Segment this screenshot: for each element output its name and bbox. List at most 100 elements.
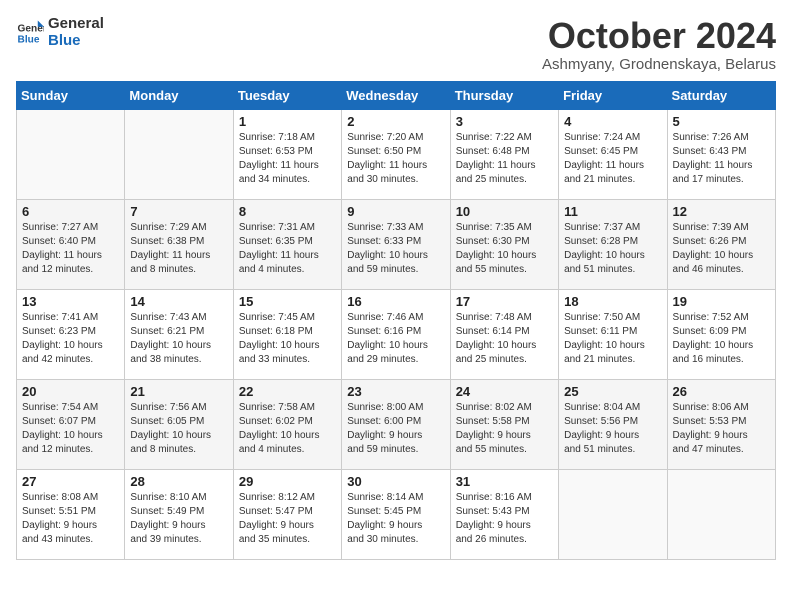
day-number: 23 — [347, 384, 444, 399]
day-cell: 27 Sunrise: 8:08 AM Sunset: 5:51 PM Dayli… — [17, 469, 125, 559]
logo-icon: General Blue — [16, 19, 44, 47]
day-number: 6 — [22, 204, 119, 219]
day-number: 13 — [22, 294, 119, 309]
day-cell: 22 Sunrise: 7:58 AM Sunset: 6:02 PM Dayli… — [233, 379, 341, 469]
day-cell: 7Sunrise: 7:29 AM Sunset: 6:38 PM Daylig… — [125, 199, 233, 289]
day-info: Sunrise: 7:37 AM Sunset: 6:28 PM Dayligh… — [564, 221, 661, 277]
day-cell: 13 Sunrise: 7:41 AM Sunset: 6:23 PM Dayli… — [17, 289, 125, 379]
title-block: October 2024 Ashmyany, Grodnenskaya, Bel… — [542, 16, 776, 73]
day-number: 10 — [456, 204, 553, 219]
day-cell: 25 Sunrise: 8:04 AM Sunset: 5:56 PM Dayli… — [559, 379, 667, 469]
day-number: 29 — [239, 474, 336, 489]
day-number: 21 — [130, 384, 227, 399]
day-cell: 3 Sunrise: 7:22 AM Sunset: 6:48 PM Daylig… — [450, 109, 558, 199]
day-cell: 17 Sunrise: 7:48 AM Sunset: 6:14 PM Dayli… — [450, 289, 558, 379]
calendar-subtitle: Ashmyany, Grodnenskaya, Belarus — [542, 56, 776, 73]
day-number: 9 — [347, 204, 444, 219]
day-cell: 14Sunrise: 7:43 AM Sunset: 6:21 PM Dayli… — [125, 289, 233, 379]
day-number: 31 — [456, 474, 553, 489]
day-info: Sunrise: 7:54 AM Sunset: 6:07 PM Dayligh… — [22, 401, 119, 457]
week-row-4: 20 Sunrise: 7:54 AM Sunset: 6:07 PM Dayli… — [17, 379, 776, 469]
day-cell: 5 Sunrise: 7:26 AM Sunset: 6:43 PM Daylig… — [667, 109, 775, 199]
day-cell: 20 Sunrise: 7:54 AM Sunset: 6:07 PM Dayli… — [17, 379, 125, 469]
day-cell: 24Sunrise: 8:02 AM Sunset: 5:58 PM Dayli… — [450, 379, 558, 469]
day-info: Sunrise: 7:46 AM Sunset: 6:16 PM Dayligh… — [347, 311, 444, 367]
day-cell: 2Sunrise: 7:20 AM Sunset: 6:50 PM Daylig… — [342, 109, 450, 199]
logo: General Blue General Blue — [16, 16, 104, 49]
day-number: 2 — [347, 114, 444, 129]
weekday-header-wednesday: Wednesday — [342, 81, 450, 109]
day-info: Sunrise: 8:14 AM Sunset: 5:45 PM Dayligh… — [347, 491, 444, 547]
day-cell: 9Sunrise: 7:33 AM Sunset: 6:33 PM Daylig… — [342, 199, 450, 289]
day-info: Sunrise: 7:50 AM Sunset: 6:11 PM Dayligh… — [564, 311, 661, 367]
week-row-5: 27 Sunrise: 8:08 AM Sunset: 5:51 PM Dayli… — [17, 469, 776, 559]
day-number: 30 — [347, 474, 444, 489]
weekday-header-friday: Friday — [559, 81, 667, 109]
day-number: 26 — [673, 384, 770, 399]
day-info: Sunrise: 7:31 AM Sunset: 6:35 PM Dayligh… — [239, 221, 336, 277]
day-info: Sunrise: 8:00 AM Sunset: 6:00 PM Dayligh… — [347, 401, 444, 457]
day-cell: 26 Sunrise: 8:06 AM Sunset: 5:53 PM Dayli… — [667, 379, 775, 469]
day-cell: 29Sunrise: 8:12 AM Sunset: 5:47 PM Dayli… — [233, 469, 341, 559]
weekday-header-sunday: Sunday — [17, 81, 125, 109]
day-info: Sunrise: 7:52 AM Sunset: 6:09 PM Dayligh… — [673, 311, 770, 367]
weekday-header-saturday: Saturday — [667, 81, 775, 109]
day-info: Sunrise: 7:41 AM Sunset: 6:23 PM Dayligh… — [22, 311, 119, 367]
weekday-header-row: SundayMondayTuesdayWednesdayThursdayFrid… — [17, 81, 776, 109]
day-cell: 8 Sunrise: 7:31 AM Sunset: 6:35 PM Daylig… — [233, 199, 341, 289]
day-info: Sunrise: 7:39 AM Sunset: 6:26 PM Dayligh… — [673, 221, 770, 277]
day-cell: 19Sunrise: 7:52 AM Sunset: 6:09 PM Dayli… — [667, 289, 775, 379]
day-info: Sunrise: 7:24 AM Sunset: 6:45 PM Dayligh… — [564, 131, 661, 187]
day-number: 22 — [239, 384, 336, 399]
day-cell: 11Sunrise: 7:37 AM Sunset: 6:28 PM Dayli… — [559, 199, 667, 289]
day-info: Sunrise: 7:29 AM Sunset: 6:38 PM Dayligh… — [130, 221, 227, 277]
day-number: 8 — [239, 204, 336, 219]
day-cell: 1Sunrise: 7:18 AM Sunset: 6:53 PM Daylig… — [233, 109, 341, 199]
day-number: 3 — [456, 114, 553, 129]
week-row-2: 6Sunrise: 7:27 AM Sunset: 6:40 PM Daylig… — [17, 199, 776, 289]
weekday-header-monday: Monday — [125, 81, 233, 109]
day-info: Sunrise: 8:16 AM Sunset: 5:43 PM Dayligh… — [456, 491, 553, 547]
day-cell: 16 Sunrise: 7:46 AM Sunset: 6:16 PM Dayli… — [342, 289, 450, 379]
week-row-3: 13 Sunrise: 7:41 AM Sunset: 6:23 PM Dayli… — [17, 289, 776, 379]
day-cell — [559, 469, 667, 559]
day-info: Sunrise: 8:04 AM Sunset: 5:56 PM Dayligh… — [564, 401, 661, 457]
day-number: 17 — [456, 294, 553, 309]
day-cell: 18 Sunrise: 7:50 AM Sunset: 6:11 PM Dayli… — [559, 289, 667, 379]
day-info: Sunrise: 8:06 AM Sunset: 5:53 PM Dayligh… — [673, 401, 770, 457]
day-cell: 23 Sunrise: 8:00 AM Sunset: 6:00 PM Dayli… — [342, 379, 450, 469]
day-info: Sunrise: 7:22 AM Sunset: 6:48 PM Dayligh… — [456, 131, 553, 187]
day-cell: 28Sunrise: 8:10 AM Sunset: 5:49 PM Dayli… — [125, 469, 233, 559]
day-cell — [17, 109, 125, 199]
day-info: Sunrise: 8:08 AM Sunset: 5:51 PM Dayligh… — [22, 491, 119, 547]
day-number: 15 — [239, 294, 336, 309]
day-number: 27 — [22, 474, 119, 489]
day-cell: 12 Sunrise: 7:39 AM Sunset: 6:26 PM Dayli… — [667, 199, 775, 289]
day-number: 5 — [673, 114, 770, 129]
svg-text:Blue: Blue — [18, 34, 40, 45]
logo-line1: General — [48, 16, 104, 33]
day-number: 12 — [673, 204, 770, 219]
day-number: 20 — [22, 384, 119, 399]
day-cell: 30 Sunrise: 8:14 AM Sunset: 5:45 PM Dayli… — [342, 469, 450, 559]
day-info: Sunrise: 7:58 AM Sunset: 6:02 PM Dayligh… — [239, 401, 336, 457]
day-info: Sunrise: 7:56 AM Sunset: 6:05 PM Dayligh… — [130, 401, 227, 457]
calendar-table: SundayMondayTuesdayWednesdayThursdayFrid… — [16, 81, 776, 560]
weekday-header-tuesday: Tuesday — [233, 81, 341, 109]
day-info: Sunrise: 7:26 AM Sunset: 6:43 PM Dayligh… — [673, 131, 770, 187]
day-number: 25 — [564, 384, 661, 399]
day-number: 18 — [564, 294, 661, 309]
day-number: 28 — [130, 474, 227, 489]
day-cell — [125, 109, 233, 199]
day-cell: 31 Sunrise: 8:16 AM Sunset: 5:43 PM Dayli… — [450, 469, 558, 559]
day-cell: 6Sunrise: 7:27 AM Sunset: 6:40 PM Daylig… — [17, 199, 125, 289]
page-header: General Blue General Blue October 2024 A… — [16, 16, 776, 73]
day-cell: 4 Sunrise: 7:24 AM Sunset: 6:45 PM Daylig… — [559, 109, 667, 199]
day-number: 16 — [347, 294, 444, 309]
day-info: Sunrise: 7:35 AM Sunset: 6:30 PM Dayligh… — [456, 221, 553, 277]
week-row-1: 1Sunrise: 7:18 AM Sunset: 6:53 PM Daylig… — [17, 109, 776, 199]
day-cell: 21 Sunrise: 7:56 AM Sunset: 6:05 PM Dayli… — [125, 379, 233, 469]
day-number: 4 — [564, 114, 661, 129]
day-number: 14 — [130, 294, 227, 309]
day-info: Sunrise: 7:48 AM Sunset: 6:14 PM Dayligh… — [456, 311, 553, 367]
